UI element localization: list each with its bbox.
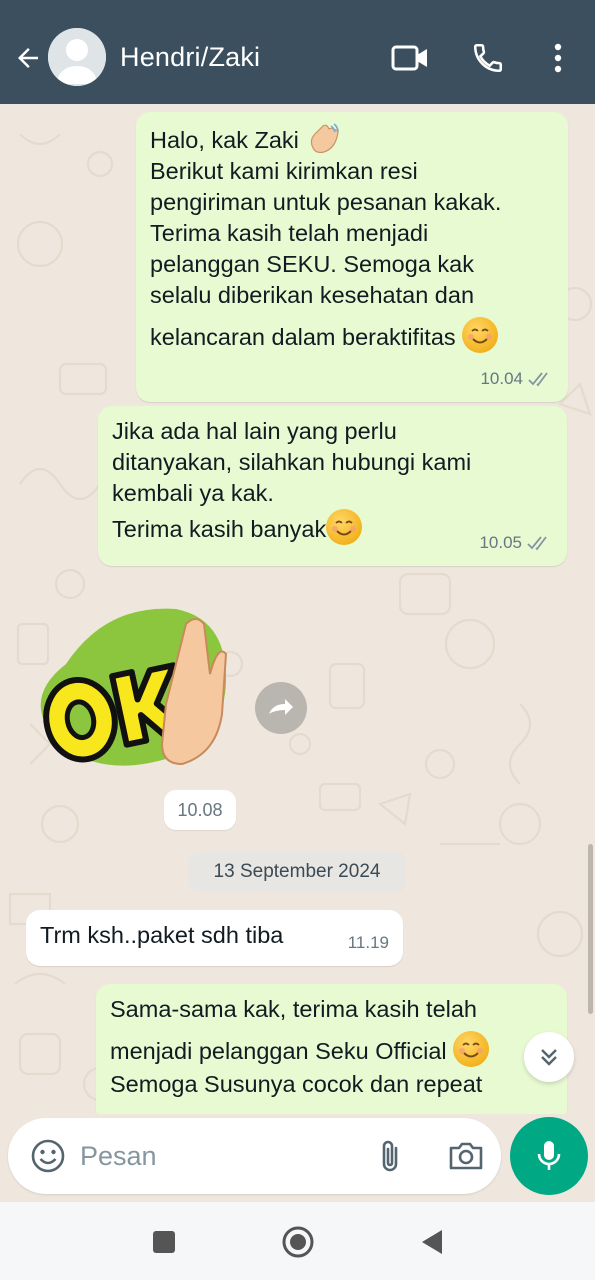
smiling-face-emoji [326,509,363,545]
default-avatar-icon [48,28,106,86]
camera-icon [449,1142,483,1170]
message-text: Sama-sama kak, terima kasih telah [110,996,478,1022]
emoji-icon [31,1139,65,1173]
smiling-face-emoji [453,1031,490,1067]
message-text: selalu diberikan kesehatan dan [150,282,475,308]
outgoing-message[interactable]: Halo, kak Zaki Berikut kami kirimkan res… [136,112,568,402]
more-options-button[interactable] [538,38,578,78]
message-time: 10.04 [480,369,523,388]
chat-header: Hendri/Zaki [0,0,595,104]
message-time: 11.19 [347,933,389,952]
chat-area[interactable]: Halo, kak Zaki Berikut kami kirimkan res… [0,104,595,1114]
camera-button[interactable] [444,1136,488,1176]
scroll-to-bottom-button[interactable] [524,1032,574,1082]
message-meta: 10.04 [480,363,554,394]
double-check-icon [527,535,547,550]
avatar[interactable] [48,28,106,86]
message-text: Terima kasih telah menjadi [150,220,429,246]
message-text: Trm ksh..paket sdh tiba [40,922,284,948]
message-meta: 10.05 [479,527,553,558]
message-text: menjadi pelanggan Seku Official [110,1038,447,1064]
forward-button[interactable] [255,682,307,734]
smiling-face-emoji [462,317,499,353]
message-text: Berikut kami kirimkan resi [150,158,418,184]
message-text: Halo, kak Zaki [150,127,299,153]
double-chevron-down-icon [541,1049,557,1066]
forward-icon [269,699,293,715]
microphone-icon [537,1141,561,1170]
message-text: pengiriman untuk pesanan kakak. [150,189,502,215]
date-separator: 13 September 2024 [188,852,406,892]
scrollbar[interactable] [588,844,593,1014]
incoming-message[interactable]: Trm ksh..paket sdh tiba 11.19 [26,910,403,966]
triangle-back-icon [422,1230,442,1254]
message-text: pelanggan SEKU. Semoga kak [150,251,474,277]
arrow-back-icon [18,48,38,68]
phone-icon [473,43,503,73]
video-call-button[interactable] [390,38,430,78]
double-check-icon [528,371,548,386]
attach-button[interactable] [370,1136,410,1176]
message-text: kembali ya kak. [112,480,274,506]
message-meta: 11.19 [348,927,389,958]
message-input[interactable] [80,1134,350,1178]
message-time: 10.08 [164,790,236,830]
paperclip-icon [382,1140,398,1172]
back-button[interactable] [12,40,44,76]
square-icon [153,1231,175,1253]
waving-hand-emoji [305,122,340,154]
message-text: Semoga Susunya cocok dan repeat [110,1071,483,1097]
system-nav-bar [0,1202,595,1280]
contact-name[interactable]: Hendri/Zaki [120,42,260,73]
message-text: Jika ada hal lain yang perlu [112,418,397,444]
ok-sticker[interactable]: OK [36,604,236,774]
recents-button[interactable] [144,1222,184,1262]
message-text: kelancaran dalam beraktifitas [150,324,456,350]
emoji-button[interactable] [28,1136,68,1176]
voice-message-button[interactable] [510,1117,588,1195]
voice-call-button[interactable] [468,38,508,78]
home-circle-icon [282,1226,314,1258]
outgoing-message[interactable]: Sama-sama kak, terima kasih telah menjad… [96,984,567,1114]
nav-back-button[interactable] [412,1222,452,1262]
message-time: 10.05 [479,533,522,552]
outgoing-message[interactable]: Jika ada hal lain yang perlu ditanyakan,… [98,406,567,566]
video-call-icon [391,45,427,71]
message-text: Terima kasih banyak [112,516,327,542]
message-text: ditanyakan, silahkan hubungi kami [112,449,472,475]
more-vert-icon [554,43,562,73]
home-button[interactable] [278,1222,318,1262]
message-composer [8,1118,501,1194]
